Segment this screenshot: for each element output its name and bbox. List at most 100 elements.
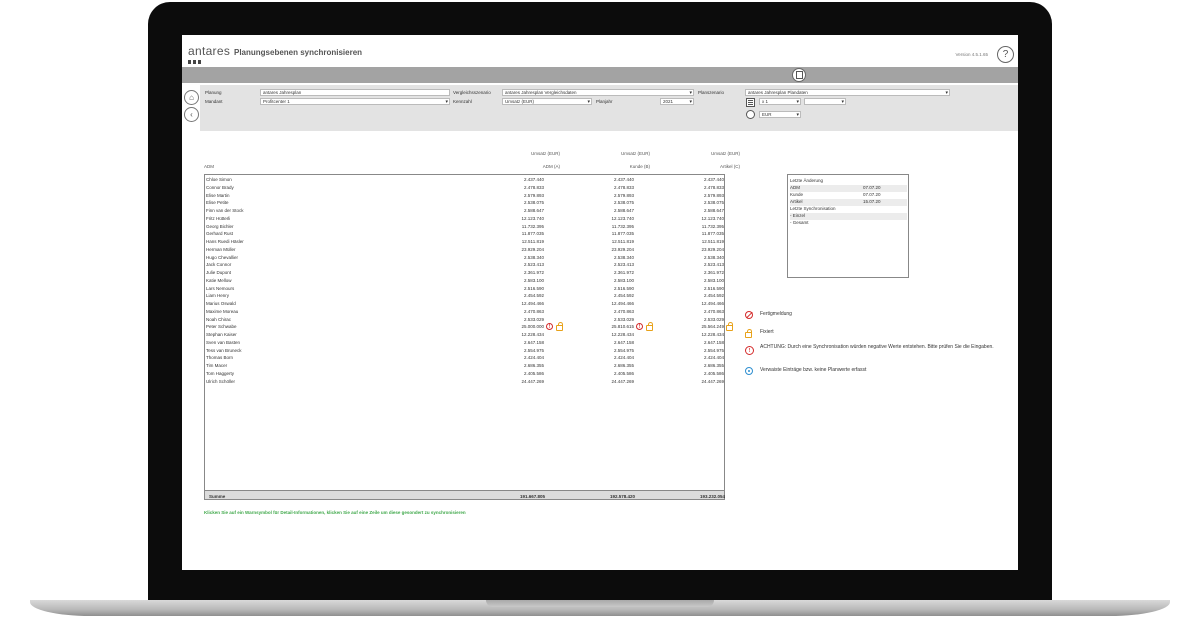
table-row[interactable]: Thomas Born 2.424.404 2.424.404 2.424.404 bbox=[204, 354, 725, 362]
cell-kunde: 12.511.819 bbox=[611, 239, 634, 244]
lock-icon bbox=[745, 329, 752, 338]
table-row[interactable]: Fritz Hütterli 12.123.740 12.123.740 12.123… bbox=[204, 215, 725, 223]
table-row[interactable]: Stephan Kaiser 12.228.434 12.228.434 12.228… bbox=[204, 331, 725, 339]
planjahr-value: 2021 bbox=[663, 99, 674, 104]
row-name: Tess van Bruneck bbox=[206, 347, 242, 353]
hint-text: Klicken Sie auf ein Warnsymbol für Detai… bbox=[204, 510, 466, 515]
legend-verwaist: Verwaiste Einträge bzw. keine Planwerte … bbox=[760, 367, 867, 373]
cell-artikel: 2.478.833 bbox=[703, 184, 724, 190]
cell-kunde: 2.361.972 bbox=[613, 270, 634, 275]
table-row[interactable]: Elise Martin 2.579.893 2.579.893 2.579.893 bbox=[204, 192, 725, 200]
help-button[interactable]: ? bbox=[997, 46, 1014, 63]
faktor2-select[interactable]: ▾ bbox=[804, 98, 846, 105]
table-row[interactable]: Chloe Simon 2.437.440 2.437.440 2.437.440 bbox=[204, 176, 725, 184]
table-row[interactable]: Georg Bichler 11.732.395 11.732.395 11.732.… bbox=[204, 223, 725, 231]
table-row[interactable]: Katie Mellow 2.583.100 2.583.100 2.583.100 bbox=[204, 277, 725, 285]
warning-icon: ! bbox=[745, 346, 754, 355]
home-button[interactable]: ⌂ bbox=[184, 90, 199, 105]
waehrung-value: EUR bbox=[762, 112, 772, 117]
app-screen: antares Planungsebenen synchronisieren V… bbox=[182, 35, 1018, 570]
table-row[interactable]: Marius Oswald 12.494.466 12.494.466 12.494.… bbox=[204, 300, 725, 308]
table-row[interactable]: Hugo Chevallier 2.538.340 2.538.340 2.538.3… bbox=[204, 254, 725, 262]
cell-adm: 2.554.975 bbox=[523, 347, 544, 353]
warning-icon[interactable]: ! bbox=[546, 323, 553, 331]
cell-adm: 24.447.269 bbox=[521, 378, 544, 384]
cell-adm: 2.647.158 bbox=[523, 339, 544, 345]
chevron-down-icon: ▾ bbox=[445, 99, 448, 105]
cell-kunde: 2.538.075 bbox=[613, 200, 634, 206]
planjahr-select[interactable]: 2021 ▾ bbox=[660, 98, 694, 105]
cell-adm: 2.361.972 bbox=[523, 270, 544, 275]
last-sync-title-text: Letzte Synchronisation bbox=[790, 206, 836, 211]
table-row[interactable]: Tess van Bruneck 2.554.975 2.554.975 2.554.… bbox=[204, 347, 725, 355]
mandant-label: Mandant bbox=[205, 99, 223, 104]
info-label: Kunde bbox=[790, 192, 804, 197]
cell-artikel: 2.533.029 bbox=[703, 316, 724, 322]
table-row[interactable]: Julie Dupont 2.361.972 2.361.972 2.361.972 bbox=[204, 269, 725, 277]
back-button[interactable]: ‹ bbox=[184, 107, 199, 122]
cell-adm: 2.478.833 bbox=[523, 184, 544, 190]
table-row[interactable]: Herman Müller 23.929.204 23.929.204 23.929.… bbox=[204, 246, 725, 254]
cell-adm: 23.929.204 bbox=[521, 246, 544, 252]
table-row[interactable]: Peter Schwabe 25.000.000 25.810.615 25.564.… bbox=[204, 321, 733, 331]
warning-icon[interactable]: ! bbox=[636, 323, 643, 331]
row-name: Ulrich Schöller bbox=[206, 378, 236, 384]
cell-artikel: 25.564.249 bbox=[701, 324, 724, 330]
cell-adm: 11.732.395 bbox=[521, 223, 544, 229]
table-row[interactable]: Noah Chirac 2.533.029 2.533.029 2.533.029 bbox=[204, 316, 725, 324]
planung-select[interactable]: antares Jahresplan bbox=[260, 89, 450, 96]
row-name: Katie Mellow bbox=[206, 277, 232, 283]
cell-kunde: 2.424.404 bbox=[613, 355, 634, 361]
table-row[interactable]: Tim Macer 2.686.355 2.686.355 2.686.355 bbox=[204, 362, 725, 370]
sum-c: 193.232.054 bbox=[699, 493, 725, 499]
mandant-select[interactable]: Profitcenter 1 ▾ bbox=[260, 98, 450, 105]
vergleich-select[interactable]: antares Jahresplan Vergleichsdaten ▾ bbox=[502, 89, 694, 96]
table-row[interactable]: Gerhard Rust 11.877.035 11.877.035 11.877.0… bbox=[204, 230, 725, 238]
orphan-info-icon bbox=[745, 367, 753, 375]
table-row[interactable]: Hans Ruedi Häsler 12.511.819 12.511.819 12.… bbox=[204, 238, 725, 246]
col-label-b: Kunde (B) bbox=[629, 164, 650, 169]
table-row[interactable]: Ulrich Schöller 24.447.269 24.447.269 24.44… bbox=[204, 378, 725, 386]
row-name: Finn van der Stock bbox=[206, 208, 244, 213]
cell-artikel: 2.647.158 bbox=[703, 339, 724, 345]
sync-gesamt: - Gesamt bbox=[790, 220, 809, 225]
cell-artikel: 2.686.355 bbox=[703, 363, 724, 368]
row-name: Marius Oswald bbox=[206, 301, 236, 306]
row-name: Elise Martin bbox=[206, 192, 230, 198]
table-row[interactable]: Finn van der Stock 2.588.647 2.588.647 2.58… bbox=[204, 207, 725, 215]
cell-kunde: 12.494.466 bbox=[611, 301, 634, 306]
waehrung-select[interactable]: EUR ▾ bbox=[759, 111, 801, 118]
cell-kunde: 11.877.035 bbox=[611, 231, 634, 237]
cell-adm: 2.523.413 bbox=[523, 262, 544, 268]
info-row-artikel: Artikel 15.07.20 bbox=[790, 199, 907, 206]
row-name: Stephan Kaiser bbox=[206, 332, 237, 337]
table-row[interactable]: Lars Nemours 2.516.590 2.516.590 2.516.590 bbox=[204, 285, 725, 293]
chevron-down-icon: ▾ bbox=[689, 90, 692, 96]
cell-artikel: 12.123.740 bbox=[701, 215, 724, 221]
last-change-box: Letzte Änderung ADM 07.07.20 Kunde 07.07… bbox=[787, 174, 909, 278]
kennzahl-select[interactable]: Umsatz (EUR) ▾ bbox=[502, 98, 592, 105]
cell-artikel: 2.523.413 bbox=[703, 262, 724, 268]
planszenario-select[interactable]: antares Jahresplan Plandaten ▾ bbox=[745, 89, 950, 96]
cell-adm: 25.000.000 bbox=[521, 324, 544, 330]
table-row[interactable]: Elise Petite 2.538.075 2.538.075 2.538.075 bbox=[204, 199, 725, 207]
chevron-down-icon: ▾ bbox=[587, 99, 590, 105]
row-name: Tom Haggerty bbox=[206, 370, 235, 376]
cell-adm: 2.583.100 bbox=[523, 277, 544, 283]
planszenario-label: Planszenario bbox=[698, 90, 725, 95]
col-metric-c: Umsatz (EUR) bbox=[711, 151, 740, 156]
table-row[interactable]: Liam Henry 2.454.592 2.454.592 2.454.592 bbox=[204, 292, 725, 300]
table-row[interactable]: Sven van Basten 2.647.158 2.647.158 2.647.1… bbox=[204, 339, 725, 347]
table-row[interactable]: Jack Connor 2.523.413 2.523.413 2.523.413 bbox=[204, 261, 725, 269]
table-row[interactable]: Tom Haggerty 2.405.586 2.405.586 2.405.586 bbox=[204, 370, 725, 378]
cell-artikel: 2.588.647 bbox=[703, 208, 724, 213]
cell-artikel: 2.538.340 bbox=[703, 254, 724, 260]
sync-document-icon[interactable] bbox=[792, 68, 806, 82]
table-row[interactable]: Connor Brady 2.478.833 2.478.833 2.478.833 bbox=[204, 184, 725, 192]
table-row[interactable]: Maxime Moreau 2.470.863 2.470.863 2.470.863 bbox=[204, 308, 725, 316]
cell-adm: 2.454.592 bbox=[523, 293, 544, 299]
faktor-select[interactable]: x 1 ▾ bbox=[759, 98, 801, 105]
row-name: Liam Henry bbox=[206, 293, 230, 299]
row-name: Thomas Born bbox=[206, 355, 234, 361]
cell-kunde: 2.470.863 bbox=[613, 308, 634, 314]
